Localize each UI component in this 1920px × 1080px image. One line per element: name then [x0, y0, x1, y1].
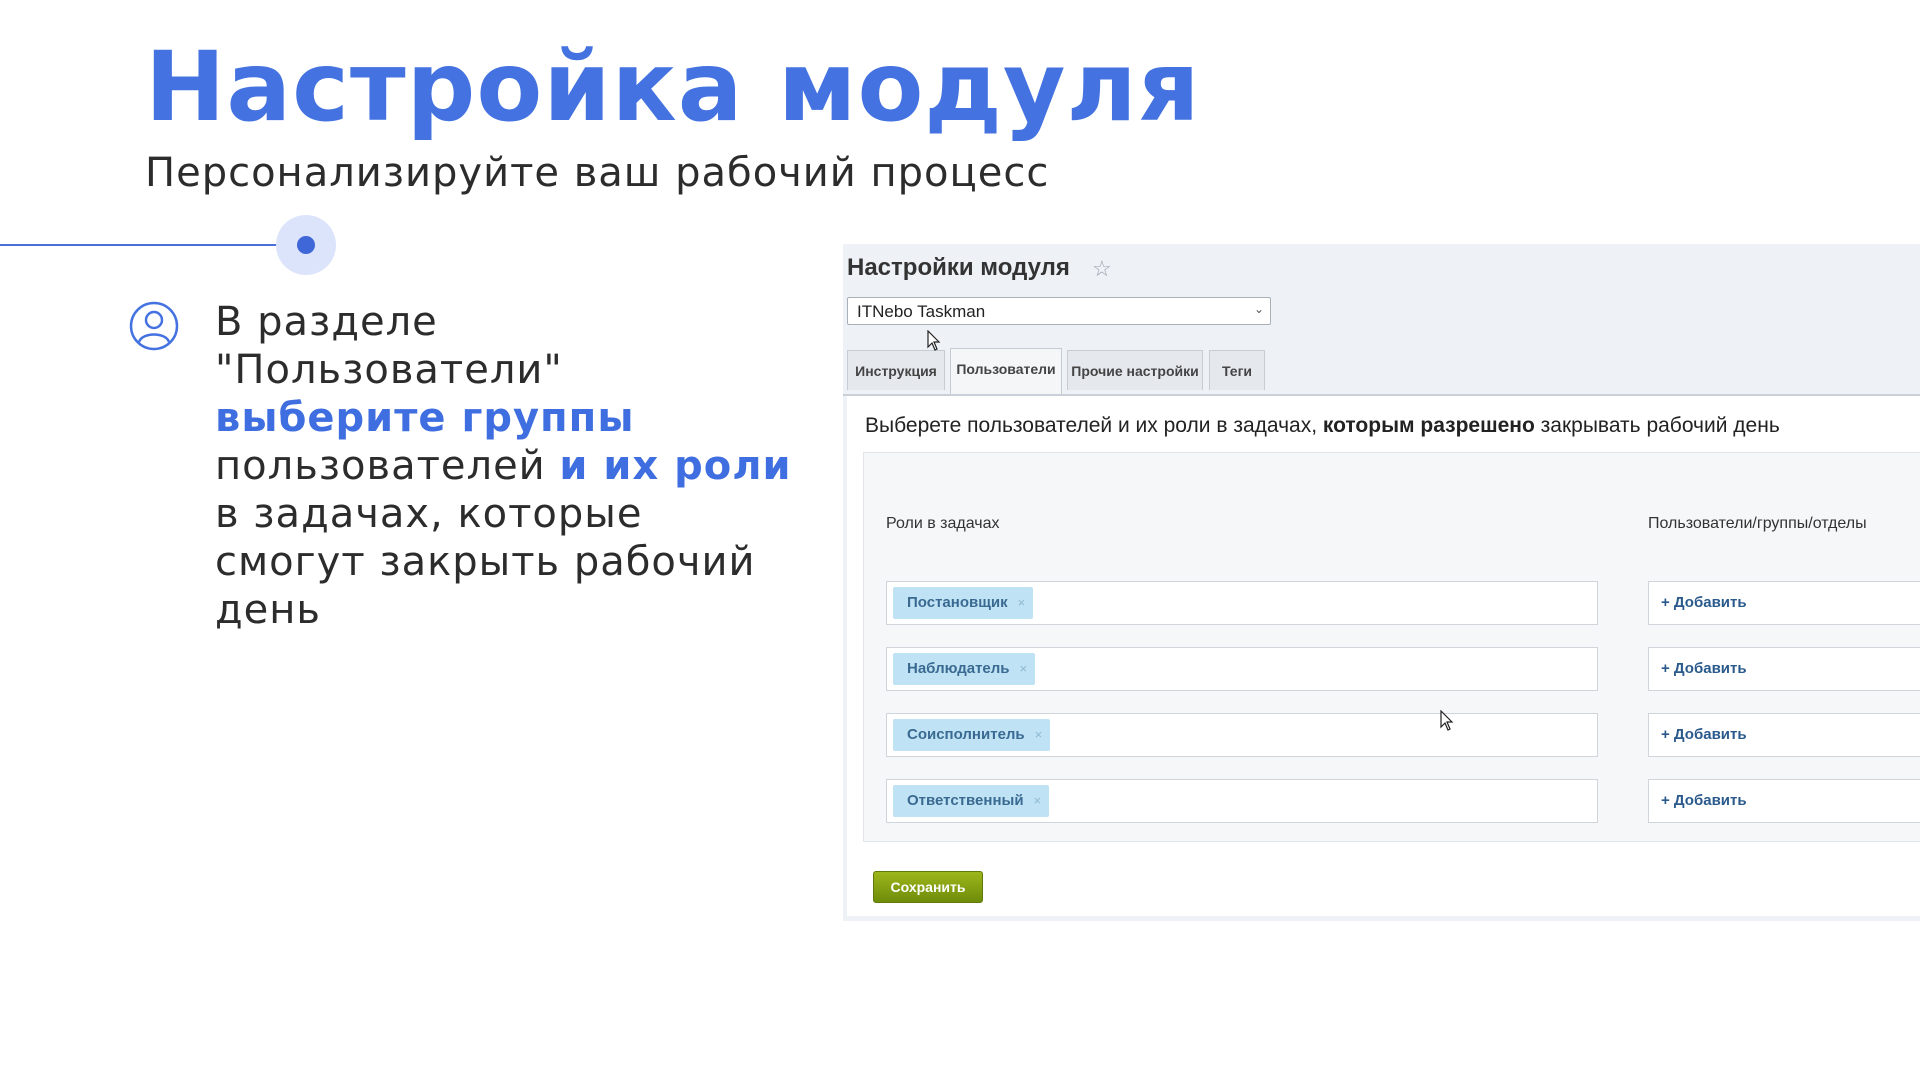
add-button[interactable]: + Добавить: [1648, 779, 1920, 823]
add-button[interactable]: + Добавить: [1648, 647, 1920, 691]
bullet-text: В разделе "Пользователи" выберите группы…: [215, 298, 795, 634]
remove-icon[interactable]: ×: [1018, 595, 1026, 610]
role-row[interactable]: Соисполнитель ×: [886, 713, 1598, 757]
tab-users[interactable]: Пользователи: [950, 348, 1062, 394]
remove-icon[interactable]: ×: [1034, 793, 1042, 808]
role-label: Наблюдатель: [907, 660, 1010, 677]
module-settings-panel: Настройки модуля ☆ ITNebo Taskman ⌄ Инст…: [843, 244, 1920, 921]
roles-box: Роли в задачах Пользователи/группы/отдел…: [863, 452, 1920, 842]
col-header-roles: Роли в задачах: [886, 515, 1000, 532]
tab-instructions[interactable]: Инструкция: [847, 350, 945, 390]
module-select-value: ITNebo Taskman: [857, 302, 986, 321]
bullet-part: В разделе "Пользователи": [215, 299, 563, 393]
remove-icon[interactable]: ×: [1020, 661, 1028, 676]
role-row[interactable]: Ответственный ×: [886, 779, 1598, 823]
add-button[interactable]: + Добавить: [1648, 713, 1920, 757]
col-header-users: Пользователи/группы/отделы: [1648, 515, 1867, 532]
user-circle-icon: [129, 301, 179, 351]
users-tab-content: Выберете пользователей и их роли в задач…: [847, 396, 1920, 916]
star-icon[interactable]: ☆: [1092, 256, 1112, 282]
slide-subtitle: Персонализируйте ваш рабочий процесс: [145, 150, 1050, 196]
mouse-cursor-icon: [927, 330, 941, 351]
panel-title: Настройки модуля: [847, 254, 1070, 281]
add-button[interactable]: + Добавить: [1648, 581, 1920, 625]
role-tag: Постановщик ×: [893, 587, 1034, 619]
role-row[interactable]: Наблюдатель ×: [886, 647, 1598, 691]
role-tag: Наблюдатель ×: [893, 653, 1036, 685]
bullet-part: в задачах, которые смогут закрыть рабочи…: [215, 491, 756, 633]
remove-icon[interactable]: ×: [1035, 727, 1043, 742]
description-bold: которым разрешено: [1322, 414, 1535, 437]
role-tag: Соисполнитель ×: [893, 719, 1051, 751]
bullet-highlight-roles: и их роли: [559, 443, 792, 489]
save-button[interactable]: Сохранить: [873, 871, 983, 903]
role-tag: Ответственный ×: [893, 785, 1050, 817]
slide-title: Настройка модуля: [145, 31, 1201, 143]
tab-tags[interactable]: Теги: [1209, 350, 1265, 390]
role-label: Постановщик: [907, 594, 1008, 611]
timeline-line: [0, 244, 280, 246]
bullet-part: пользователей: [215, 443, 560, 489]
description-part: Выберете пользователей и их роли в задач…: [865, 414, 1323, 437]
description: Выберете пользователей и их роли в задач…: [865, 414, 1780, 438]
chevron-down-icon: ⌄: [1253, 302, 1264, 316]
module-select[interactable]: ITNebo Taskman ⌄: [847, 297, 1271, 325]
timeline-dot-center: [297, 236, 315, 254]
role-row[interactable]: Постановщик ×: [886, 581, 1598, 625]
bullet-highlight-groups: выберите группы: [215, 395, 635, 441]
mouse-cursor-icon: [1440, 710, 1454, 731]
role-label: Соисполнитель: [907, 726, 1025, 743]
tab-other-settings[interactable]: Прочие настройки: [1067, 350, 1203, 390]
description-part: закрывать рабочий день: [1534, 414, 1780, 437]
role-label: Ответственный: [907, 792, 1024, 809]
